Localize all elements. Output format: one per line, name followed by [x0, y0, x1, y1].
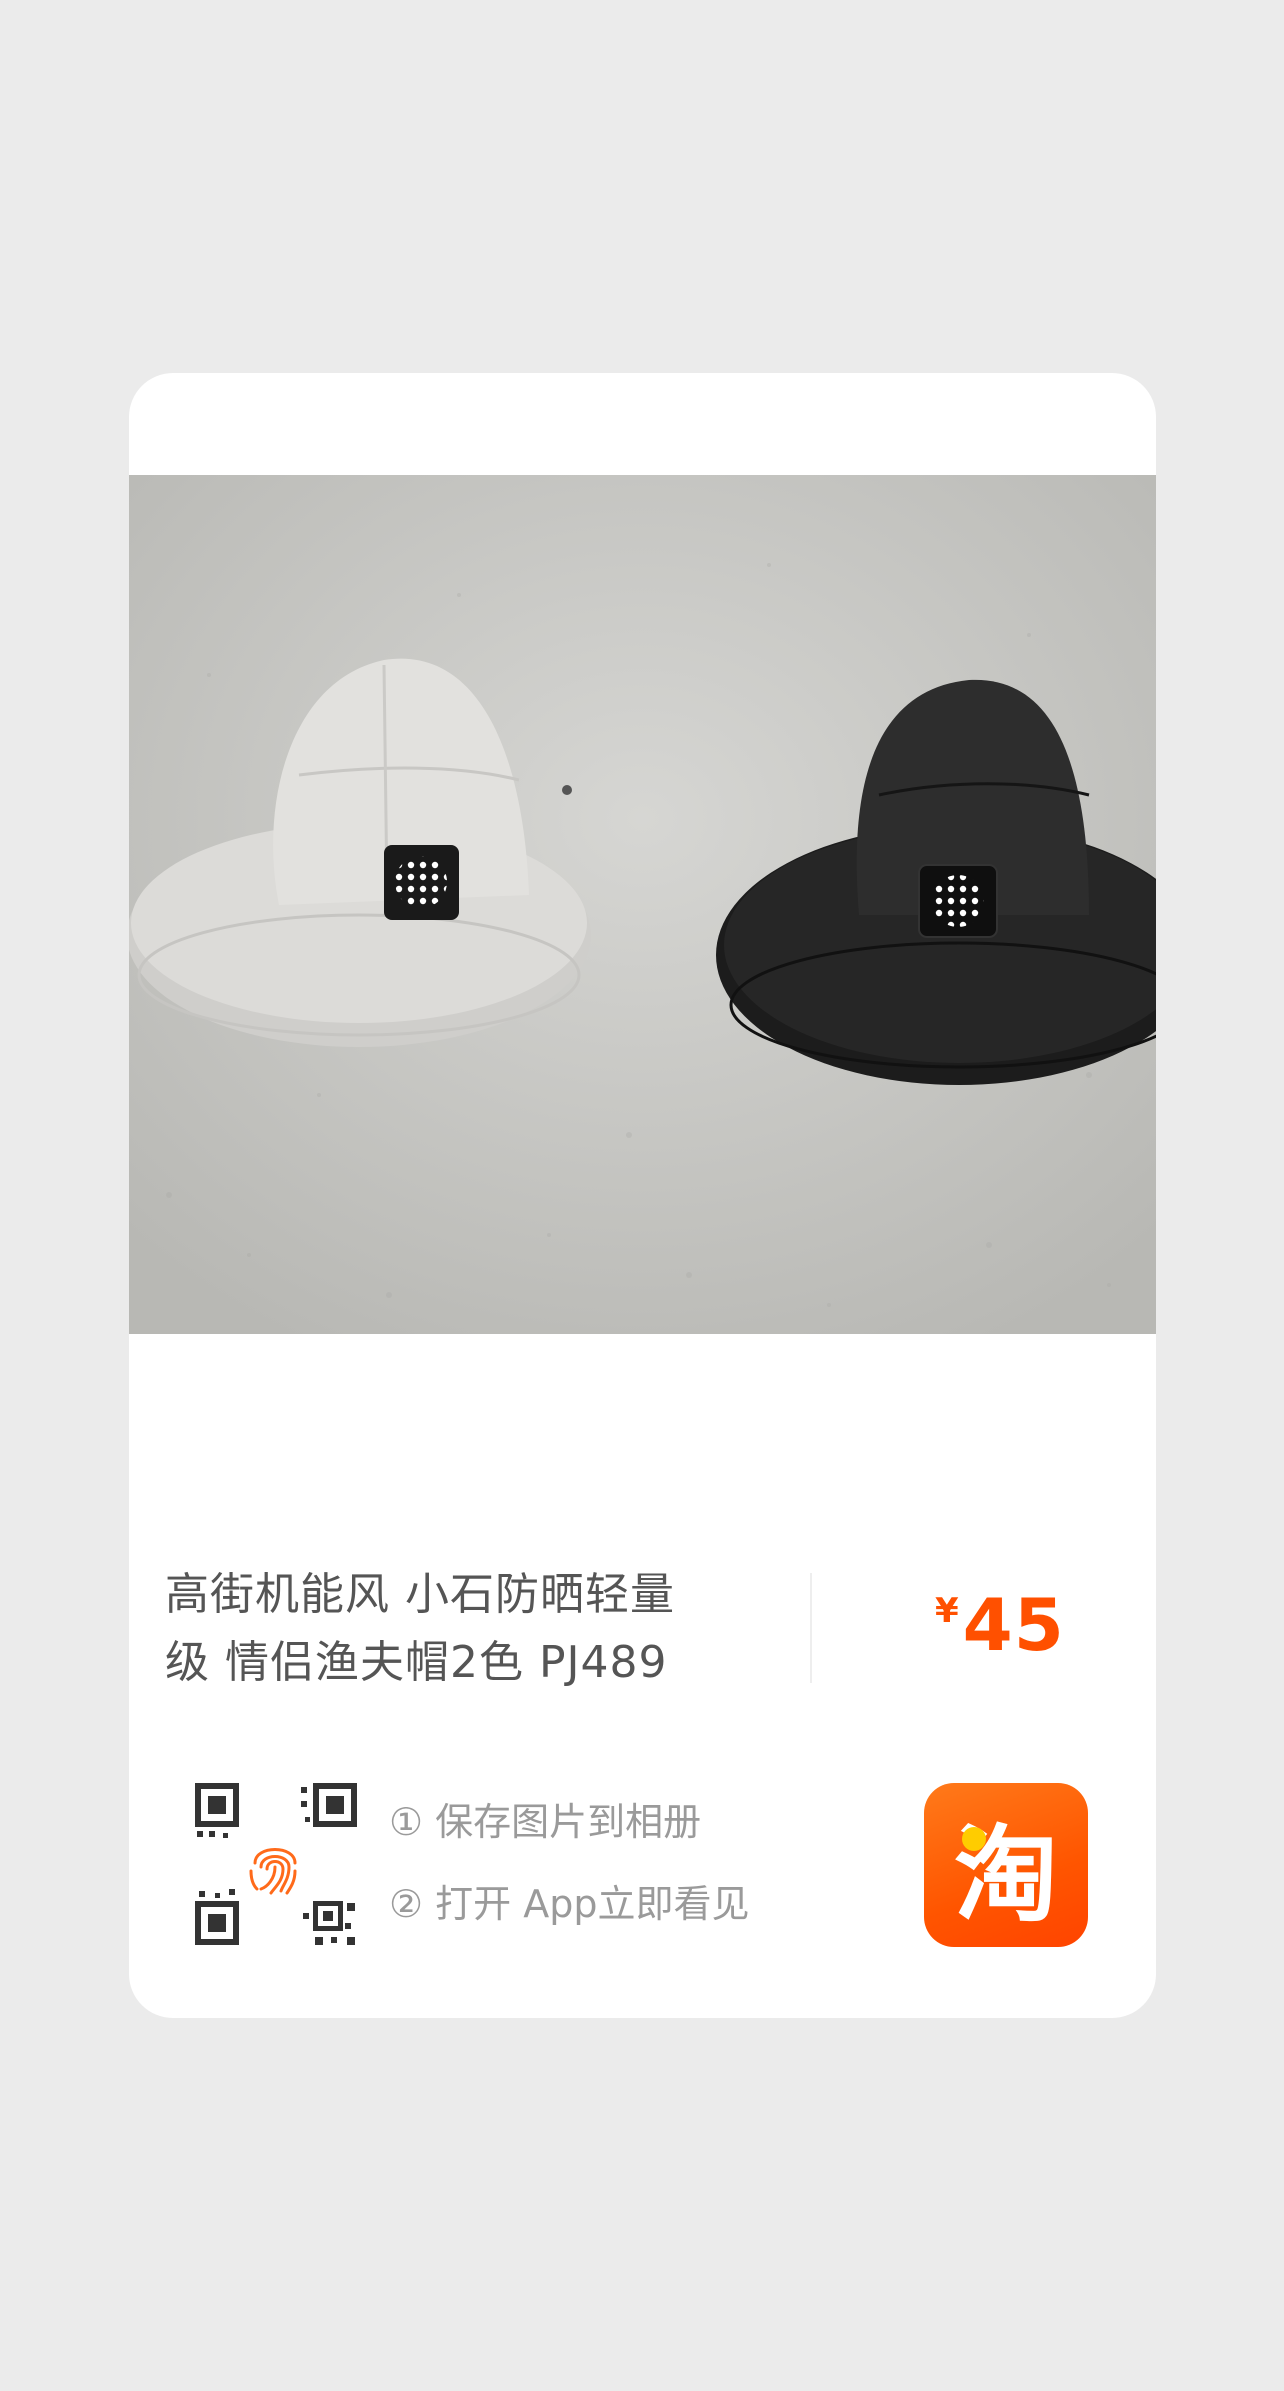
step-save-image: ① 保存图片到相册: [389, 1800, 702, 1844]
taobao-logo-glyph: 淘: [953, 1813, 1058, 1936]
qr-code-icon[interactable]: [195, 1783, 361, 1949]
price: ¥45: [935, 1583, 1065, 1667]
product-image[interactable]: [129, 475, 1156, 1334]
fingerprint-icon: [249, 1848, 297, 1895]
currency-symbol: ¥: [935, 1591, 959, 1631]
product-title[interactable]: 高街机能风 小石防晒轻量 级 情侣渔夫帽2色 PJ489: [165, 1561, 725, 1697]
taobao-logo-icon[interactable]: 淘: [924, 1783, 1088, 1947]
step-open-app: ② 打开 App立即看见: [389, 1882, 750, 1926]
product-title-line1: 高街机能风 小石防晒轻量: [165, 1569, 675, 1620]
price-value: 45: [962, 1583, 1065, 1667]
divider: [810, 1573, 812, 1683]
share-card: 高街机能风 小石防晒轻量 级 情侣渔夫帽2色 PJ489 ¥45 ① 保存图片到…: [129, 373, 1156, 2018]
taobao-logo-dot: [962, 1827, 986, 1851]
product-title-line2: 级 情侣渔夫帽2色 PJ489: [165, 1637, 668, 1688]
